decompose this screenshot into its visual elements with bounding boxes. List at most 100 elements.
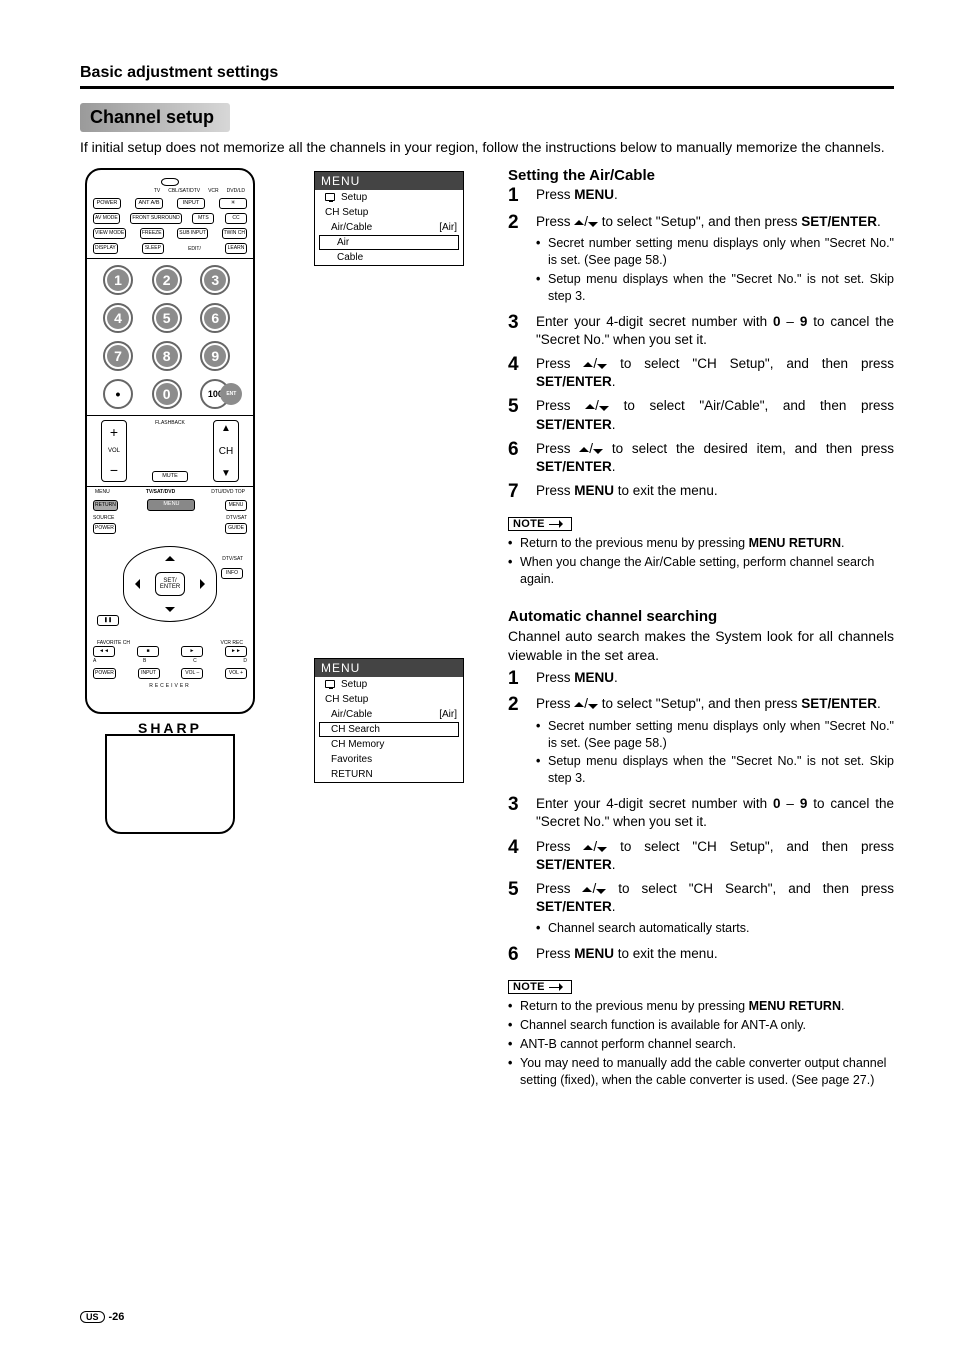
menu-label: MENU <box>95 489 110 495</box>
down-arrow-icon <box>597 364 607 369</box>
arrow-icon <box>549 521 567 528</box>
note-item: When you change the Air/Cable setting, p… <box>508 554 894 588</box>
info-button: INFO <box>221 568 243 579</box>
aircable-steps: 1 Press MENU. 2Press / to select "Setup", … <box>508 186 894 503</box>
freeze-button: FREEZE <box>140 228 164 239</box>
remote-column: TV CBL/SAT/DTV VCR DVD/LD POWER ANT A/B … <box>80 167 280 1109</box>
step-body: Press / to select "CH Setup", and then p… <box>536 838 894 874</box>
menu-title: MENU <box>315 172 463 190</box>
num-5: 5 <box>152 303 182 333</box>
step-number: 1 <box>508 186 528 207</box>
step-number: 4 <box>508 838 528 874</box>
down-arrow-icon <box>599 406 609 411</box>
note-item: Channel search function is available for… <box>508 1017 894 1034</box>
subheading-autosearch: Automatic channel searching <box>508 608 894 625</box>
menu-row: Setup <box>315 190 463 205</box>
menu-row: Favorites <box>315 752 463 767</box>
note-item: Return to the previous menu by pressing … <box>508 998 894 1015</box>
note-item: ANT-B cannot perform channel search. <box>508 1036 894 1053</box>
up-arrow-icon <box>583 362 593 367</box>
cc-button: CC <box>225 213 247 224</box>
mute-button: MUTE <box>152 471 188 483</box>
source-label: SOURCE <box>93 515 114 521</box>
backlight-button: ✳ <box>219 198 247 210</box>
pause-button: ❚❚ <box>97 615 119 626</box>
step-subitem: Setup menu displays when the "Secret No.… <box>536 271 894 305</box>
step-body: Enter your 4-digit secret number with 0 … <box>536 313 894 349</box>
down-arrow-icon <box>588 222 598 227</box>
num-2: 2 <box>152 265 182 295</box>
remote-illustration: TV CBL/SAT/DTV VCR DVD/LD POWER ANT A/B … <box>80 167 260 857</box>
menu-row: RETURN <box>315 767 463 782</box>
rcv-power-button: POWER <box>93 668 116 679</box>
step-item: 6Press MENU to exit the menu. <box>508 945 894 966</box>
power2-button: POWER <box>93 523 116 534</box>
edit-label: EDIT/ <box>188 246 201 252</box>
surround-button: FRONT SURROUND <box>130 213 181 224</box>
menu-row: Air/Cable[Air] <box>315 707 463 722</box>
up-arrow-icon <box>585 404 595 409</box>
step-body: Press / to select the desired item, and … <box>536 440 894 476</box>
page-number: -26 <box>109 1311 125 1323</box>
step-item: 3Enter your 4-digit secret number with 0… <box>508 313 894 349</box>
step-item: 2Press / to select "Setup", and then pre… <box>508 213 894 307</box>
menu-panel-chsearch: MENU Setup CH Setup Air/Cable[Air] CH Se… <box>314 658 464 783</box>
down-arrow-icon <box>596 889 606 894</box>
menu-row: CH Setup <box>315 692 463 707</box>
ir-window-icon <box>161 178 179 186</box>
return-button: RETURN <box>93 500 118 511</box>
dtutop-label: DTU/DVD TOP <box>211 489 245 495</box>
topic-heading: Channel setup <box>80 103 230 132</box>
autosearch-steps: 1Press MENU.2Press / to select "Setup", … <box>508 669 894 967</box>
num-8: 8 <box>152 341 182 371</box>
page-footer: US -26 <box>80 1311 124 1323</box>
step-number: 6 <box>508 440 528 476</box>
menu-row: CH Setup <box>315 205 463 220</box>
navpad: SET/ ENTER ❚❚ INFO DTV/SAT <box>97 538 243 638</box>
number-pad: 1 2 3 4 5 6 7 8 9 • 0 100ENT <box>93 261 247 413</box>
note-heading: NOTE <box>508 980 572 994</box>
step-body: Press / to select "Air/Cable", and then … <box>536 397 894 433</box>
menu-row-selected: Air <box>319 235 459 250</box>
menu-title: MENU <box>315 659 463 677</box>
step-item: 7Press MENU to exit the menu. <box>508 482 894 503</box>
setup-icon <box>325 193 335 201</box>
step-body: Press MENU. <box>536 186 894 207</box>
aircable-notes: Return to the previous menu by pressing … <box>508 535 894 588</box>
step-subitem: Secret number setting menu displays only… <box>536 718 894 752</box>
mode-tv: TV <box>154 188 160 194</box>
down-arrow-icon <box>593 449 603 454</box>
up-arrow-icon <box>579 447 589 452</box>
num-100: 100ENT <box>200 379 230 409</box>
step-item: 1Press MENU. <box>508 669 894 690</box>
sleep-button: SLEEP <box>142 243 164 254</box>
step-sublist: Secret number setting menu displays only… <box>536 718 894 788</box>
step-body: Press / to select "Setup", and then pres… <box>536 213 894 307</box>
learn-button: LEARN <box>225 243 247 254</box>
num-3: 3 <box>200 265 230 295</box>
num-0: 0 <box>152 379 182 409</box>
play-button: ► <box>181 646 203 657</box>
enter-button: SET/ ENTER <box>155 572 185 596</box>
vol-rocker: +VOL− <box>101 420 127 482</box>
menu-row: Air/Cable[Air] <box>315 220 463 235</box>
rew-button: ◄◄ <box>93 646 115 657</box>
avmode-button: AV MODE <box>93 213 120 224</box>
mode-vcr: VCR <box>208 188 219 194</box>
step-item: 6Press / to select the desired item, and… <box>508 440 894 476</box>
rcv-input-button: INPUT <box>138 668 160 679</box>
step-item: 1 Press MENU. <box>508 186 894 207</box>
twinch-button: TWIN CH <box>222 228 247 239</box>
num-9: 9 <box>200 341 230 371</box>
up-arrow-icon <box>582 887 592 892</box>
ant-button: ANT A/B <box>135 198 163 210</box>
step-number: 2 <box>508 695 528 789</box>
step-body: Press MENU to exit the menu. <box>536 945 894 966</box>
manual-page: Basic adjustment settings Channel setup … <box>0 0 954 1351</box>
mode-dvd: DVD/LD <box>227 188 245 194</box>
menu-button: MENU <box>147 499 195 511</box>
step-number: 3 <box>508 795 528 831</box>
up-arrow-icon <box>583 845 593 850</box>
step-number: 2 <box>508 213 528 307</box>
step-subitem: Secret number setting menu displays only… <box>536 235 894 269</box>
